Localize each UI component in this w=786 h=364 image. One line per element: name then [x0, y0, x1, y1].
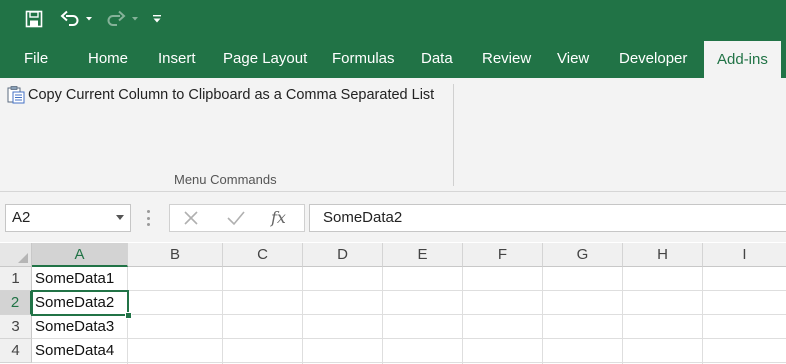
customize-qat-icon: [153, 15, 161, 23]
table-row: [32, 339, 786, 363]
spreadsheet-grid: A B C D E F G H I 1 2 3 4 SomeData1 Some…: [0, 243, 786, 364]
formula-input[interactable]: SomeData2: [309, 204, 786, 232]
undo-button[interactable]: [58, 8, 94, 30]
column-header-e[interactable]: E: [383, 243, 463, 267]
row-header-1[interactable]: 1: [0, 267, 32, 291]
select-all-button[interactable]: [0, 243, 32, 267]
customize-qat-button[interactable]: [150, 8, 164, 30]
cell-a3[interactable]: SomeData3: [32, 315, 128, 339]
column-header-d[interactable]: D: [303, 243, 383, 267]
group-label: Menu Commands: [174, 172, 277, 187]
name-box[interactable]: A2: [5, 204, 131, 232]
table-row: [32, 291, 786, 315]
cancel-icon[interactable]: [182, 209, 200, 227]
row-header-3[interactable]: 3: [0, 315, 32, 339]
gridline: [222, 267, 223, 364]
insert-function-button[interactable]: fx: [271, 208, 286, 227]
ribbon-panel: Copy Current Column to Clipboard as a Co…: [0, 78, 786, 192]
column-header-i[interactable]: I: [703, 243, 786, 267]
formula-bar-grip-icon[interactable]: [147, 210, 150, 226]
tab-add-ins[interactable]: Add-ins: [704, 41, 781, 78]
gridline: [382, 267, 383, 364]
undo-icon: [60, 10, 78, 26]
tab-view[interactable]: View: [557, 40, 589, 78]
save-icon: [25, 10, 43, 28]
title-bar: [0, 0, 786, 40]
row-header-4[interactable]: 4: [0, 339, 32, 363]
redo-button[interactable]: [104, 8, 140, 30]
redo-icon: [107, 10, 125, 26]
save-button[interactable]: [22, 8, 46, 30]
tab-insert[interactable]: Insert: [158, 40, 196, 78]
tab-formulas[interactable]: Formulas: [332, 40, 395, 78]
undo-dropdown-icon[interactable]: [85, 16, 93, 22]
formula-bar: A2 fx SomeData2: [0, 192, 786, 242]
tab-home[interactable]: Home: [88, 40, 128, 78]
fill-handle[interactable]: [125, 312, 132, 319]
column-header-c[interactable]: C: [223, 243, 303, 267]
gridline: [302, 267, 303, 364]
tab-page-layout[interactable]: Page Layout: [223, 40, 307, 78]
table-row: [32, 267, 786, 291]
chevron-down-icon[interactable]: [116, 215, 124, 220]
tab-data[interactable]: Data: [421, 40, 453, 78]
copy-column-csv-label: Copy Current Column to Clipboard as a Co…: [28, 87, 435, 103]
gridline: [462, 267, 463, 364]
tab-developer[interactable]: Developer: [619, 40, 687, 78]
cell-a4[interactable]: SomeData4: [32, 339, 128, 363]
gridline: [622, 267, 623, 364]
table-row: [32, 315, 786, 339]
gridline: [702, 267, 703, 364]
tab-review[interactable]: Review: [482, 40, 531, 78]
name-box-value: A2: [12, 209, 31, 226]
enter-check-icon[interactable]: [226, 209, 246, 227]
formula-buttons: fx: [169, 204, 305, 232]
tab-file[interactable]: File: [24, 40, 48, 78]
column-header-a[interactable]: A: [32, 243, 128, 267]
redo-dropdown-icon[interactable]: [131, 16, 139, 22]
gridline: [542, 267, 543, 364]
clipboard-list-icon: [7, 86, 25, 104]
column-header-h[interactable]: H: [623, 243, 703, 267]
column-header-f[interactable]: F: [463, 243, 543, 267]
group-separator: [453, 84, 454, 186]
column-header-b[interactable]: B: [128, 243, 223, 267]
select-all-icon: [18, 253, 28, 263]
cell-a1[interactable]: SomeData1: [32, 267, 128, 291]
row-header-2[interactable]: 2: [0, 291, 32, 315]
column-header-g[interactable]: G: [543, 243, 623, 267]
copy-column-csv-button[interactable]: Copy Current Column to Clipboard as a Co…: [7, 85, 434, 105]
active-cell-border: [31, 290, 129, 316]
ribbon-tabs: File Home Insert Page Layout Formulas Da…: [0, 40, 786, 78]
